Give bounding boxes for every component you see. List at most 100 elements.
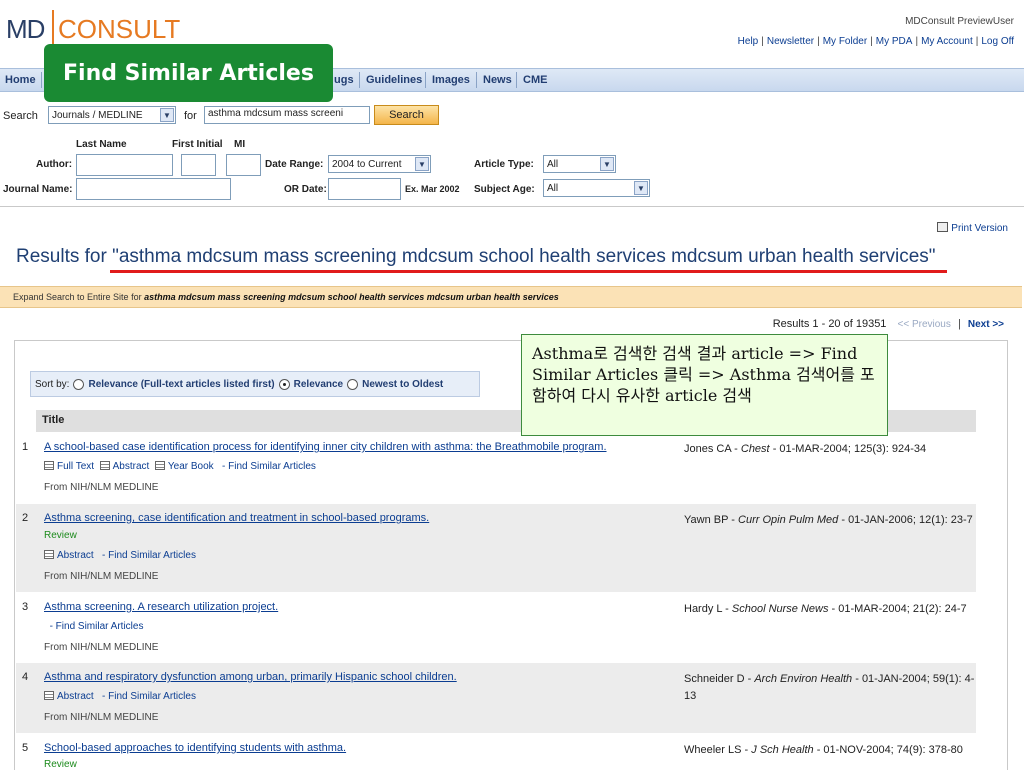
help-link[interactable]: Help: [738, 36, 759, 47]
expand-search-query[interactable]: asthma mdcsum mass screening mdcsum scho…: [144, 292, 559, 302]
result-date: - 01-MAR-2004; 21(2): 24-7: [831, 603, 967, 615]
results-count: Results 1 - 20 of 19351: [772, 318, 887, 330]
abstract-link[interactable]: Abstract: [113, 461, 150, 472]
year-book-link[interactable]: Year Book: [168, 461, 214, 472]
my-account-link[interactable]: My Account: [921, 36, 973, 47]
previous-link[interactable]: << Previous: [890, 319, 951, 330]
journal-name-label: Journal Name:: [3, 184, 73, 195]
result-links: Abstract - Find Similar Articles: [44, 550, 196, 561]
result-number: 3: [22, 601, 29, 613]
search-scope-value: Journals / MEDLINE: [52, 109, 143, 121]
table-row: 2 Asthma screening, case identification …: [16, 504, 976, 592]
abstract-link[interactable]: Abstract: [57, 691, 94, 702]
result-title-link[interactable]: A school-based case identification proce…: [44, 441, 607, 453]
last-name-label: Last Name: [76, 139, 127, 150]
logo-divider: [52, 10, 54, 44]
date-range-label: Date Range:: [265, 159, 324, 170]
find-similar-articles-link[interactable]: - Find Similar Articles: [50, 621, 144, 632]
full-text-link[interactable]: Full Text: [57, 461, 94, 472]
expand-search-prefix: Expand Search to Entire Site for: [13, 292, 142, 302]
my-folder-link[interactable]: My Folder: [823, 36, 867, 47]
chevron-down-icon: ▼: [600, 157, 614, 171]
top-links: Help | Newsletter | My Folder | My PDA | My Acco…: [737, 36, 1014, 47]
chevron-down-icon: ▼: [634, 181, 648, 195]
result-journal: Chest: [740, 443, 770, 455]
table-row: 5 School-based approaches to identifying…: [16, 734, 976, 770]
document-icon: [44, 550, 54, 559]
next-link[interactable]: Next >>: [968, 319, 1004, 330]
search-input[interactable]: asthma mdcsum mass screeni: [204, 106, 370, 124]
annotation-note: Asthma로 검색한 검색 결과 article => Find Simila…: [521, 334, 888, 436]
review-badge: Review: [44, 530, 77, 541]
sort-option-relevance[interactable]: Relevance: [294, 379, 343, 390]
sort-radio-newest[interactable]: [347, 378, 359, 390]
result-journal: Curr Opin Pulm Med: [738, 514, 839, 526]
document-icon: [44, 461, 54, 470]
table-row: 1 A school-based case identification pro…: [16, 433, 976, 503]
newsletter-link[interactable]: Newsletter: [767, 36, 814, 47]
nav-divider: [41, 72, 42, 88]
abstract-link[interactable]: Abstract: [57, 550, 94, 561]
date-range-select[interactable]: 2004 to Current ▼: [328, 155, 431, 173]
last-name-field[interactable]: [76, 154, 173, 176]
result-journal: J Sch Health: [751, 744, 814, 756]
result-title-link[interactable]: Asthma and respiratory dysfunction among…: [44, 671, 457, 683]
nav-cme[interactable]: CME: [523, 74, 547, 86]
sort-radio-fulltext[interactable]: [73, 378, 85, 390]
nav-images[interactable]: Images: [432, 74, 470, 86]
result-title-link[interactable]: Asthma screening, case identification an…: [44, 512, 429, 524]
result-number: 4: [22, 671, 29, 683]
find-similar-articles-link[interactable]: - Find Similar Articles: [102, 691, 196, 702]
or-date-label: OR Date:: [284, 184, 327, 195]
result-author: Hardy L -: [684, 603, 729, 615]
result-source: From NIH/NLM MEDLINE: [44, 712, 159, 723]
result-author: Yawn BP -: [684, 514, 735, 526]
nav-news[interactable]: News: [483, 74, 512, 86]
sort-option-fulltext[interactable]: Relevance (Full-text articles listed fir…: [88, 379, 274, 390]
journal-name-field[interactable]: [76, 178, 231, 200]
search-scope-select[interactable]: Journals / MEDLINE ▼: [48, 106, 176, 124]
result-number: 5: [22, 742, 29, 754]
first-initial-field[interactable]: [181, 154, 216, 176]
search-button[interactable]: Search: [374, 105, 439, 125]
result-citation: Hardy L - School Nurse News - 01-MAR-200…: [684, 601, 976, 618]
nav-divider: [516, 72, 517, 88]
result-title-link[interactable]: School-based approaches to identifying s…: [44, 742, 346, 754]
sort-radio-relevance[interactable]: [278, 378, 290, 390]
expand-search-bar[interactable]: Expand Search to Entire Site for asthma …: [0, 286, 1022, 308]
result-date: - 01-JAN-2006; 12(1): 23-7: [841, 514, 973, 526]
result-citation: Wheeler LS - J Sch Health - 01-NOV-2004;…: [684, 742, 976, 759]
chevron-down-icon: ▼: [160, 108, 174, 122]
my-pda-link[interactable]: My PDA: [876, 36, 913, 47]
result-journal: School Nurse News: [731, 603, 829, 615]
author-label: Author:: [36, 159, 73, 170]
print-version-label: Print Version: [951, 223, 1008, 234]
logo-consult: CONSULT: [58, 14, 181, 44]
sort-label: Sort by:: [35, 378, 70, 390]
pager: Results 1 - 20 of 19351 << Previous | Ne…: [772, 318, 1004, 330]
article-type-select[interactable]: All ▼: [543, 155, 616, 173]
print-version-link[interactable]: Print Version: [937, 222, 1008, 234]
result-citation: Schneider D - Arch Environ Health - 01-J…: [684, 671, 976, 705]
result-title-link[interactable]: Asthma screening. A research utilization…: [44, 601, 278, 613]
article-type-value: All: [547, 158, 559, 170]
nav-guidelines[interactable]: Guidelines: [366, 74, 422, 86]
find-similar-articles-link[interactable]: - Find Similar Articles: [222, 461, 316, 472]
log-off-link[interactable]: Log Off: [981, 36, 1014, 47]
middle-initial-field[interactable]: [226, 154, 261, 176]
divider: [0, 206, 1024, 207]
nav-home[interactable]: Home: [5, 74, 36, 86]
table-row: 3 Asthma screening. A research utilizati…: [16, 593, 976, 663]
result-author: Schneider D -: [684, 673, 752, 685]
or-date-field[interactable]: [328, 178, 401, 200]
subject-age-select[interactable]: All ▼: [543, 179, 650, 197]
nav-drugs[interactable]: ugs: [334, 74, 354, 86]
result-journal: Arch Environ Health: [754, 673, 853, 685]
find-similar-articles-link[interactable]: - Find Similar Articles: [102, 550, 196, 561]
review-badge: Review: [44, 759, 77, 770]
result-links: Abstract - Find Similar Articles: [44, 691, 196, 702]
result-links: Full Text Abstract Year Book - Find Simi…: [44, 461, 316, 472]
sort-option-newest[interactable]: Newest to Oldest: [362, 379, 443, 390]
result-citation: Jones CA - Chest - 01-MAR-2004; 125(3): …: [684, 441, 976, 458]
document-icon: [99, 461, 110, 470]
